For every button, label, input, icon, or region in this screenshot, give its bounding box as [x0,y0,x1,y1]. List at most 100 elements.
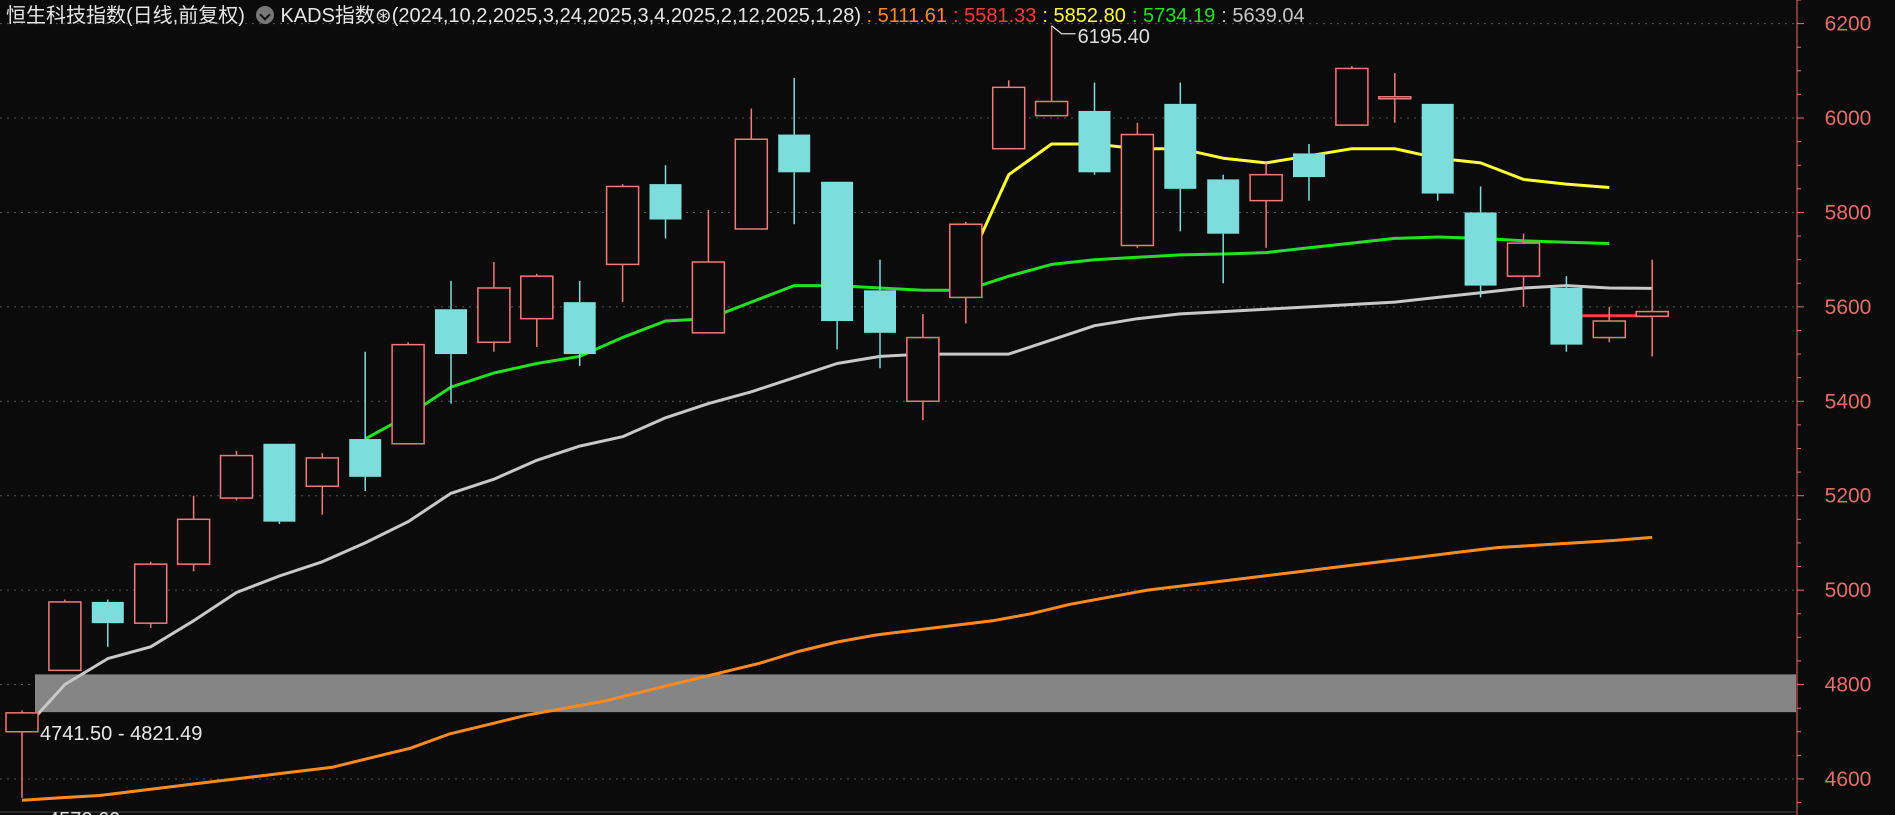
candle [821,181,854,350]
candle [391,342,425,445]
candle-body [991,86,1026,150]
candle [991,80,1026,150]
candle [605,184,640,303]
indicator-value: : 5111.61 [866,5,947,27]
candle-body [1592,320,1627,339]
candle [1635,259,1669,357]
y-tick-label: 5200 [1825,485,1872,508]
y-tick-label: 5800 [1825,201,1872,224]
candle-body [734,138,769,230]
indicator-value: : 5734.19 [1131,5,1216,27]
candle [1464,186,1497,298]
candle [1120,122,1155,248]
candle [1034,25,1069,117]
max-price-label: 6195.40 [1078,26,1150,48]
candle [435,280,467,404]
candle-body [1078,110,1111,173]
y-tick-label: 4600 [1825,768,1872,791]
candle-body [1421,103,1454,194]
candle-body [1293,153,1325,178]
y-tick-label: 4800 [1825,674,1872,697]
candle-body [133,563,168,624]
indicator-values: : 5111.61: 5581.33: 5852.80: 5734.19: 56… [867,5,1311,27]
candle [91,599,124,647]
candle [520,273,554,347]
candle-body [263,443,296,522]
candle [5,710,39,798]
candle [477,262,511,352]
candle-body [1335,67,1369,126]
candle [691,210,726,334]
candle [649,165,682,239]
y-tick-label: 6200 [1825,13,1872,36]
candle-body [821,181,854,322]
candle-body [435,309,467,355]
candle-body [48,601,82,672]
candle [1249,162,1283,248]
indicator-line-0 [21,535,1653,802]
candle [906,313,940,421]
candle-body [1635,310,1669,318]
candle-body [520,275,554,320]
indicator-params: (2024,10,2,2025,3,24,2025,3,4,2025,2,12,… [391,5,861,27]
chevron-down-icon[interactable] [256,6,275,24]
index-title[interactable]: 恒生科技指数(日线,前复权) [6,3,245,29]
candle-body [1464,212,1497,286]
y-tick-label: 6000 [1825,107,1872,130]
candle-body [1506,242,1541,277]
candle-body [1120,133,1155,247]
indicator-value: : 5581.33 [953,5,1037,27]
y-tick-label: 5600 [1825,296,1872,319]
y-tick-label: 5000 [1825,579,1872,602]
candle [734,108,769,230]
candle-body [691,261,726,334]
candle [563,280,596,366]
indicator-value: : 5852.80 [1042,5,1126,27]
candle [1506,233,1541,307]
candle-body [949,223,983,299]
price-zone-band [35,674,1796,713]
indicator-line-2 [364,235,1610,441]
candlestick-chart: 4600 4800 5000 5200 5400 5600 5800 6000 6200 6195… [0,0,1872,815]
candle-body [605,185,640,266]
candle [778,77,811,225]
candle [219,450,254,501]
chart-header: 恒生科技指数(日线,前复权) KADS指数⊛(2024,10,2,2025,3,… [6,3,1311,29]
candle [864,259,896,369]
candle [305,453,340,515]
candle [263,443,296,525]
indicator-mark: ⊛ [374,5,392,27]
candle [349,351,382,491]
min-price-label: 4572.60 [48,809,120,815]
candle-body [778,134,811,173]
candle-body [176,518,211,565]
candle-body [1207,179,1240,234]
candle-body [1378,96,1412,100]
candle [48,599,82,672]
candle [1592,306,1627,343]
candle-body [477,287,511,344]
candle-body [864,290,896,333]
candle-body [563,302,596,355]
candle-body [1249,173,1283,202]
candle-body [305,457,340,488]
candle [1421,103,1454,201]
indicator-label: KADS指数 [280,5,375,27]
zone-range-label: 4741.50 - 4821.49 [40,723,202,745]
y-tick-label: 5400 [1825,390,1872,413]
candle [1078,82,1111,175]
candle-body [1550,287,1583,345]
candle-body [219,454,254,499]
candle-body [1164,103,1197,189]
candle-body [391,343,425,445]
candle [1378,73,1412,123]
candle [133,561,168,628]
candle [1335,66,1369,126]
candle-body [906,336,940,403]
indicator-name[interactable]: KADS指数⊛(2024,10,2,2025,3,24,2025,3,4,202… [280,3,861,29]
candle-body [5,712,39,733]
candle-body [349,439,382,477]
candle [176,495,211,572]
candle-body [1034,100,1069,117]
candle [949,221,983,324]
